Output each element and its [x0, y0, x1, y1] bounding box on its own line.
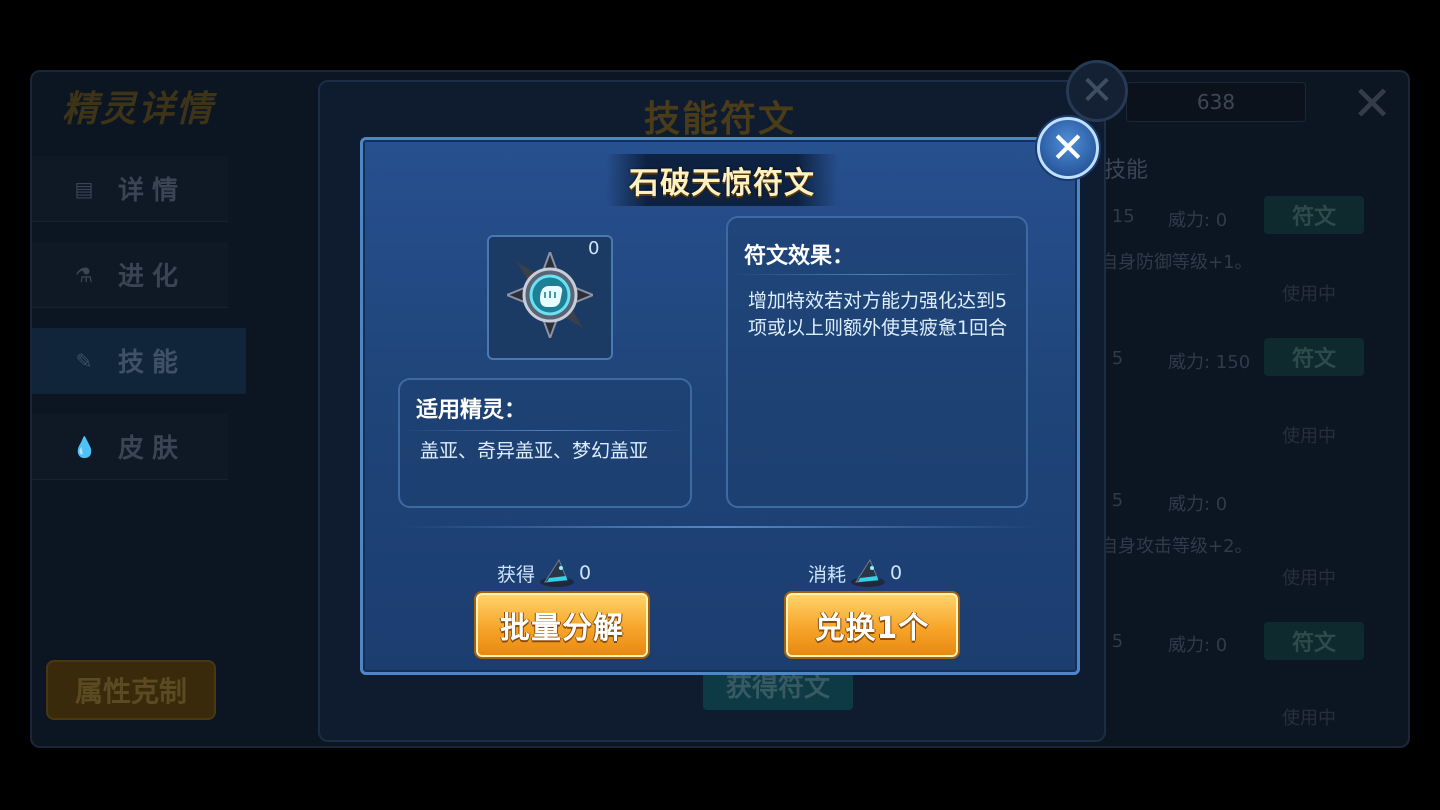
- consume-count: 0: [890, 562, 903, 584]
- drop-icon: 💧: [72, 434, 97, 459]
- close-icon: ✕: [1050, 123, 1086, 172]
- tab-label: 进化: [118, 262, 187, 292]
- effect-heading: 符文效果：: [744, 244, 855, 269]
- skill-status: 使用中: [1282, 568, 1336, 589]
- skill-power: 威力: 0: [1168, 494, 1228, 515]
- dialog-title: 石破天惊符文: [629, 166, 815, 201]
- applicable-list: 盖亚、奇异盖亚、梦幻盖亚: [420, 440, 649, 462]
- exchange-one-button[interactable]: 兑换1个: [786, 593, 958, 657]
- skill-desc: 自身防御等级+1。: [1100, 252, 1253, 273]
- obtain-row: 获得 0: [497, 558, 591, 588]
- tab-label: 技能: [118, 348, 187, 378]
- tab-evolution[interactable]: ⚗ 进化: [32, 242, 228, 308]
- wizard-hat-icon: [540, 558, 575, 587]
- effect-text: 增加特效若对方能力强化达到5项或以上则额外使其疲惫1回合: [748, 290, 1008, 339]
- obtain-label: 获得: [497, 563, 536, 586]
- skill-rune-button[interactable]: 符文: [1264, 338, 1364, 376]
- skill-icon: ✎: [75, 348, 93, 373]
- skill-rune-modal-title: 技能符文: [643, 99, 796, 140]
- close-icon[interactable]: ✕: [1066, 60, 1128, 122]
- tab-label: 皮肤: [118, 434, 187, 464]
- tab-skills[interactable]: ✎ 技能: [32, 328, 246, 394]
- skill-rune-button[interactable]: 符文: [1264, 622, 1364, 660]
- tab-details[interactable]: ▤ 详情: [32, 156, 228, 222]
- applicable-spirits-box: 适用精灵： 盖亚、奇异盖亚、梦幻盖亚: [398, 378, 692, 508]
- wizard-hat-icon: [851, 558, 886, 587]
- consume-row: 消耗 0: [808, 558, 902, 588]
- flask-icon: ⚗: [75, 262, 93, 287]
- consume-label: 消耗: [808, 563, 847, 586]
- divider: [400, 526, 1040, 528]
- skill-status: 使用中: [1282, 284, 1336, 305]
- tab-label: 详情: [118, 176, 187, 206]
- skill-power: 威力: 0: [1168, 635, 1228, 656]
- tab-skins[interactable]: 💧 皮肤: [32, 414, 228, 480]
- divider: [730, 274, 1024, 275]
- divider: [402, 430, 688, 431]
- applicable-heading: 适用精灵：: [416, 398, 527, 423]
- skill-rune-button[interactable]: 符文: [1264, 196, 1364, 234]
- skill-power: 威力: 0: [1168, 210, 1228, 231]
- dialog-title-bar: 石破天惊符文: [606, 154, 838, 206]
- skills-heading: 技能: [1104, 158, 1149, 183]
- rune-count: 0: [588, 238, 600, 259]
- batch-decompose-button[interactable]: 批量分解: [476, 593, 648, 657]
- attribute-counter-button[interactable]: 属性克制: [46, 660, 216, 720]
- document-icon: ▤: [74, 176, 94, 201]
- skill-status: 使用中: [1282, 708, 1336, 729]
- skill-status: 使用中: [1282, 426, 1336, 447]
- dialog-close-button[interactable]: ✕: [1037, 117, 1099, 179]
- rune-effect-box: 符文效果： 增加特效若对方能力强化达到5项或以上则额外使其疲惫1回合: [726, 216, 1028, 508]
- skill-power: 威力: 150: [1168, 352, 1251, 373]
- skill-desc: 自身攻击等级+2。: [1100, 536, 1253, 557]
- obtain-count: 0: [579, 562, 592, 584]
- fist-rune-icon: [507, 252, 593, 338]
